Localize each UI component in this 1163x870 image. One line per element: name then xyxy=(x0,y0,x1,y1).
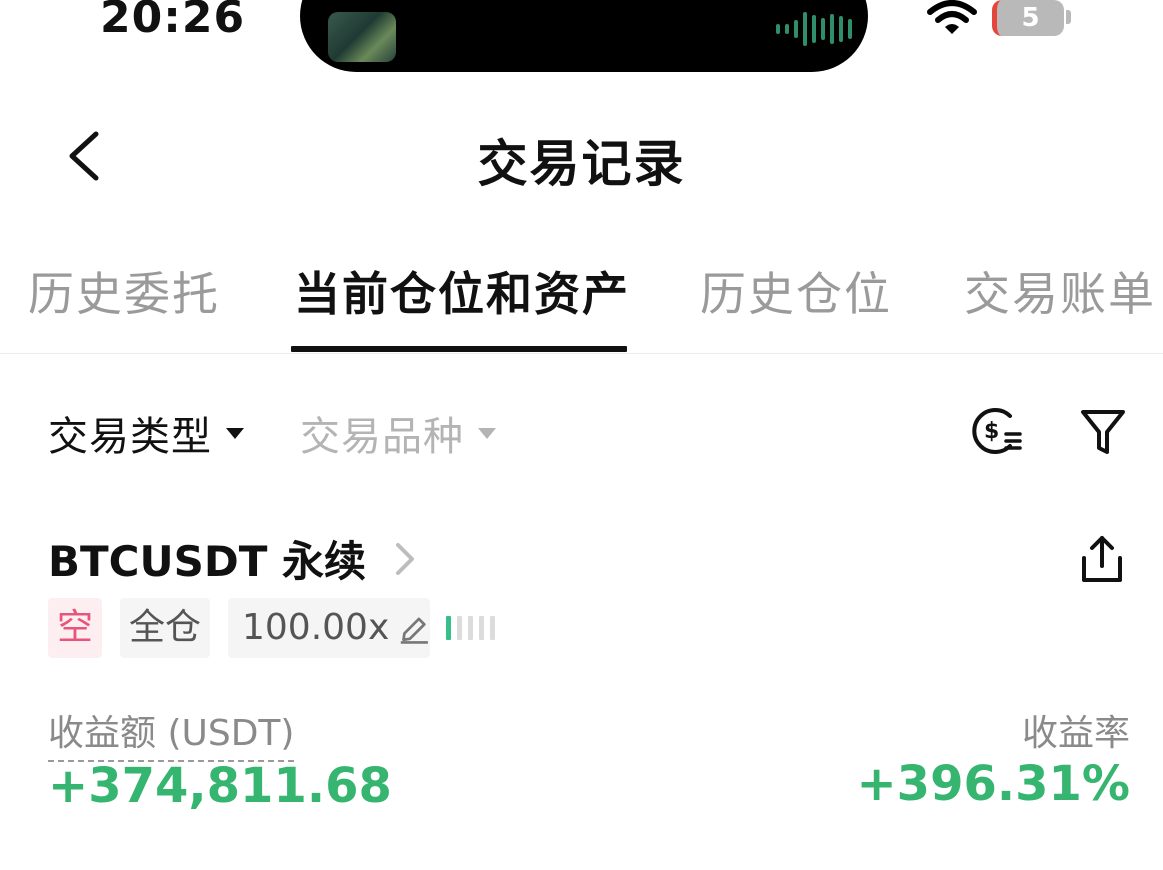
caret-down-icon xyxy=(478,427,496,439)
risk-bar xyxy=(490,616,495,640)
dynamic-island[interactable] xyxy=(300,0,868,72)
tab-bar: 历史委托 当前仓位和资产 历史仓位 交易账单 xyxy=(0,250,1163,354)
now-playing-artwork xyxy=(328,12,396,62)
risk-bar xyxy=(457,616,462,640)
status-time: 20:26 xyxy=(100,0,246,43)
risk-bar xyxy=(468,616,473,640)
battery-icon: 5 xyxy=(992,0,1064,36)
battery-level: 5 xyxy=(1021,3,1040,33)
leverage-button[interactable]: 100.00x xyxy=(228,598,430,658)
caret-down-icon xyxy=(226,427,244,439)
trade-type-dropdown[interactable]: 交易类型 xyxy=(48,404,244,462)
filter-icon[interactable] xyxy=(1078,406,1128,458)
margin-mode-badge: 全仓 xyxy=(120,598,210,658)
battery-nub xyxy=(1066,10,1071,24)
share-icon[interactable] xyxy=(1078,534,1126,586)
audio-waveform-icon xyxy=(776,10,852,48)
pnl-label[interactable]: 收益额 (USDT) xyxy=(48,704,295,762)
trade-type-label: 交易类型 xyxy=(48,414,212,460)
roe-value: +396.31% xyxy=(856,756,1130,812)
tab-current-positions[interactable]: 当前仓位和资产 xyxy=(294,258,630,324)
position-symbol: BTCUSDT 永续 xyxy=(48,537,366,586)
trade-symbol-dropdown[interactable]: 交易品种 xyxy=(300,404,496,462)
risk-bar xyxy=(479,616,484,640)
active-tab-indicator xyxy=(291,346,627,352)
risk-indicator xyxy=(446,616,495,640)
leverage-value: 100.00x xyxy=(242,607,390,648)
tab-order-history[interactable]: 历史委托 xyxy=(28,258,220,324)
side-badge: 空 xyxy=(48,598,102,658)
trade-symbol-label: 交易品种 xyxy=(300,414,464,460)
wifi-icon xyxy=(927,0,977,34)
roe-label: 收益率 xyxy=(1021,713,1130,754)
position-symbol-link[interactable]: BTCUSDT 永续 xyxy=(48,528,416,589)
coin-list-icon[interactable]: $ xyxy=(970,404,1024,458)
chevron-right-icon xyxy=(395,542,414,575)
tab-trade-bills[interactable]: 交易账单 xyxy=(964,258,1156,324)
pnl-value: +374,811.68 xyxy=(48,758,392,814)
page-title: 交易记录 xyxy=(477,135,686,193)
risk-bar xyxy=(446,616,451,640)
tab-position-history[interactable]: 历史仓位 xyxy=(700,258,892,324)
edit-icon xyxy=(401,617,429,644)
svg-text:$: $ xyxy=(984,419,999,444)
